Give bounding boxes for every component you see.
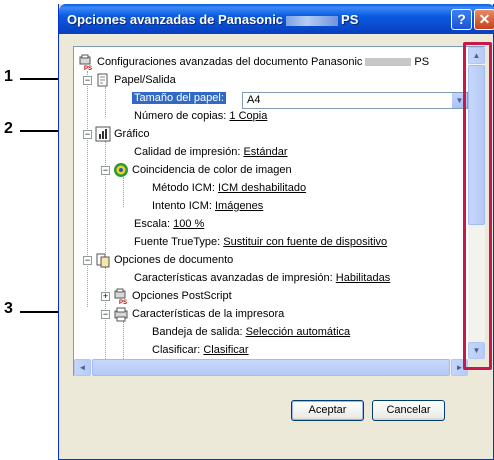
scale-label: Escala: <box>134 218 171 231</box>
settings-tree[interactable]: PS Configuraciones avanzadas del documen… <box>73 46 485 376</box>
paper-output-label: Papel/Salida <box>114 74 176 87</box>
tree-guide <box>87 71 88 307</box>
tree-item-copies[interactable]: Número de copias: 1 Copia <box>134 107 267 125</box>
redacted-model <box>365 58 412 67</box>
document-options-icon <box>95 252 111 268</box>
title-prefix: Opciones avanzadas de Panasonic <box>67 12 284 27</box>
cancel-button[interactable]: Cancelar <box>372 400 445 421</box>
redacted-model <box>286 15 339 26</box>
graphic-icon <box>95 126 111 142</box>
collapse-icon[interactable]: − <box>101 165 110 175</box>
icm-intent-value[interactable]: Imágenes <box>215 200 263 212</box>
close-button[interactable]: ✕ <box>474 9 494 30</box>
tree-guide <box>105 141 106 253</box>
collapse-icon[interactable]: − <box>83 75 92 85</box>
svg-text:PS: PS <box>84 66 92 70</box>
print-quality-value[interactable]: Estándar <box>243 146 287 158</box>
tree-item-icm-intent[interactable]: Intento ICM: Imágenes <box>152 197 263 215</box>
collapse-icon[interactable]: − <box>83 255 92 265</box>
doc-options-label: Opciones de documento <box>114 254 234 267</box>
sort-value[interactable]: Clasificar <box>203 344 248 356</box>
tree-item-graphic[interactable]: − Gráfico <box>83 125 149 143</box>
tree-item-truetype[interactable]: Fuente TrueType: Sustituir con fuente de… <box>134 233 387 251</box>
tree-guide <box>123 321 124 359</box>
tree-item-icm[interactable]: − Coincidencia de color de imagen <box>101 161 292 179</box>
copies-label: Número de copias: <box>134 110 227 123</box>
tree-item-scale[interactable]: Escala: 100 % <box>134 215 204 233</box>
postscript-label: Opciones PostScript <box>132 290 232 303</box>
callout-2: 2 <box>4 120 13 137</box>
graphic-label: Gráfico <box>114 128 150 141</box>
truetype-label: Fuente TrueType: <box>134 236 221 249</box>
callout-3: 3 <box>4 300 13 317</box>
expand-icon[interactable]: + <box>101 291 110 301</box>
copies-value[interactable]: 1 Copia <box>229 110 267 122</box>
printer-ps-icon: PS <box>113 288 129 306</box>
printer-ps-icon: PS <box>78 54 94 72</box>
window-title: Opciones avanzadas de Panasonic PS <box>67 12 358 27</box>
tree-root[interactable]: PS Configuraciones avanzadas del documen… <box>78 53 430 72</box>
collapse-icon[interactable]: − <box>101 309 110 319</box>
adv-features-label: Características avanzadas de impresión: <box>134 272 333 285</box>
title-bar[interactable]: Opciones avanzadas de Panasonic PS ? ✕ <box>59 4 494 34</box>
svg-text:PS: PS <box>119 300 127 304</box>
icm-label: Coincidencia de color de imagen <box>132 164 292 177</box>
tree-item-icm-method[interactable]: Método ICM: ICM deshabilitado <box>152 179 306 197</box>
paper-size-label: Tamaño del papel: <box>132 92 226 105</box>
root-label-suffix: PS <box>414 56 430 69</box>
tree-guide <box>105 87 106 117</box>
scrollbar-highlight-box <box>463 42 492 370</box>
tree-item-adv-features[interactable]: Características avanzadas de impresión: … <box>134 269 390 287</box>
ok-button[interactable]: Aceptar <box>291 400 364 421</box>
tree-item-doc-options[interactable]: − Opciones de documento <box>83 251 233 269</box>
tree-item-paper-size[interactable]: Tamaño del papel: <box>132 89 226 107</box>
scale-value[interactable]: 100 % <box>173 218 204 230</box>
horizontal-scroll-thumb[interactable] <box>92 359 450 376</box>
sort-label: Clasificar: <box>152 344 201 357</box>
icm-intent-label: Intento ICM: <box>152 200 212 213</box>
title-suffix: PS <box>341 12 359 27</box>
paper-size-select[interactable]: A4 ▼ <box>242 92 468 109</box>
icm-method-label: Método ICM: <box>152 182 215 195</box>
tree-item-postscript[interactable]: + PS Opciones PostScript <box>101 287 232 306</box>
adv-features-value[interactable]: Habilitadas <box>336 272 390 284</box>
printer-features-icon <box>113 306 129 322</box>
printer-features-label: Características de la impresora <box>132 308 285 321</box>
tree-item-print-quality[interactable]: Calidad de impresión: Estándar <box>134 143 287 161</box>
callout-1: 1 <box>4 68 13 85</box>
paper-icon <box>95 72 111 88</box>
help-button[interactable]: ? <box>451 9 472 30</box>
output-tray-value[interactable]: Selección automática <box>246 326 351 338</box>
truetype-value[interactable]: Sustituir con fuente de dispositivo <box>223 236 387 248</box>
icm-method-value[interactable]: ICM deshabilitado <box>218 182 306 194</box>
tree-item-paper-output[interactable]: − Papel/Salida <box>83 71 176 89</box>
tree-item-printer-features[interactable]: − Características de la impresora <box>101 305 284 323</box>
collapse-icon[interactable]: − <box>83 129 92 139</box>
paper-size-value: A4 <box>247 94 261 106</box>
tree-guide <box>123 177 124 207</box>
tree-item-output-tray[interactable]: Bandeja de salida: Selección automática <box>152 323 350 341</box>
output-tray-label: Bandeja de salida: <box>152 326 243 339</box>
print-quality-label: Calidad de impresión: <box>134 146 241 159</box>
color-match-icon <box>113 162 129 178</box>
horizontal-scrollbar[interactable]: ◄ ► <box>74 359 468 376</box>
advanced-options-dialog: Opciones avanzadas de Panasonic PS ? ✕ PS… <box>58 4 494 460</box>
scroll-left-icon[interactable]: ◄ <box>74 359 91 376</box>
tree-item-sort[interactable]: Clasificar: Clasificar <box>152 341 249 359</box>
root-label-prefix: Configuraciones avanzadas del documento … <box>97 56 363 69</box>
